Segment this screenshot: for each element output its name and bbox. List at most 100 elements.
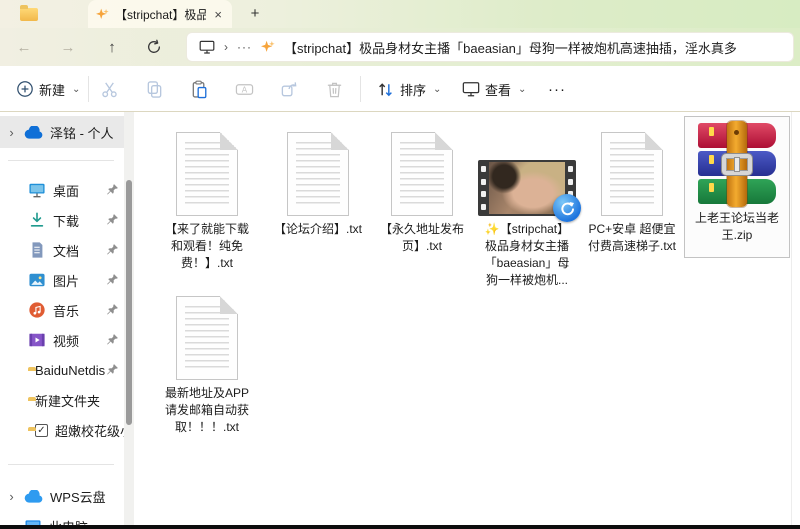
toolbar-divider [360,76,361,102]
text-file-icon [176,296,238,380]
documents-icon [32,242,43,258]
sidebar-item-videos[interactable]: 视频 [0,326,124,354]
pin-icon [106,273,119,289]
view-button-label: 查看 [485,82,512,98]
paste-button[interactable] [182,74,216,104]
scrollbar-thumb[interactable] [126,180,132,425]
sidebar-item-label: 图片 [53,273,80,289]
file-item-selected[interactable]: 上老王论坛当老 王.zip [684,116,790,258]
file-label: 上老王论坛当老 王.zip [694,211,779,242]
tab-title: 【stripchat】极品身材女主 [115,7,207,22]
address-path: 【stripchat】极品身材女主播「baeasian」母狗一样被炮机高速抽插，… [284,40,737,56]
tab-close-button[interactable]: × [212,7,224,22]
content-scrollbar-track [791,112,792,525]
delete-button[interactable] [317,74,351,104]
file-item[interactable]: 【永久地址发布 页】.txt [370,118,474,255]
sidebar-item-label: 新建文件夹 [35,393,101,409]
file-label: 【永久地址发布 页】.txt [379,222,464,253]
text-file-icon [391,132,453,216]
file-label: 【论坛介绍】.txt [273,222,362,236]
file-item[interactable]: ✨【stripchat】 极品身材女主播 「baeasian」母 狗一样被炮机.… [475,118,581,289]
forward-button[interactable]: → [56,37,80,59]
paste-icon [192,80,206,98]
sidebar-item-baidunetdisk[interactable]: BaiduNetdis [0,356,124,384]
more-button[interactable]: ··· [544,74,570,104]
sidebar-item-documents[interactable]: 文档 [0,236,124,264]
file-item[interactable]: 最新地址及APP 请发邮箱自动获 取！！！.txt [155,282,259,436]
view-monitor-icon [462,82,480,97]
checkbox-icon[interactable]: ✓ [35,423,48,437]
sidebar-item-onedrive[interactable]: › 泽铭 - 个人 [0,116,124,148]
titlebar: 【stripchat】极品身材女主 × + [0,0,800,28]
sidebar-scrollbar[interactable] [124,112,134,525]
text-file-icon [601,132,663,216]
share-button[interactable] [272,74,306,104]
sidebar-item-label: 此电脑 [49,517,88,526]
copy-button[interactable] [137,74,171,104]
sidebar-item-label: 音乐 [53,303,80,319]
sidebar-item-label: WPS云盘 [50,489,106,505]
sidebar-item-label: 视频 [53,333,80,349]
pin-icon [106,213,119,229]
sort-button-label: 排序 [400,82,427,98]
chevron-down-icon: ⌄ [433,83,442,95]
player-badge-icon [553,194,581,222]
sidebar-divider [8,464,114,465]
sparkles-icon [261,40,275,52]
sidebar-item-pictures[interactable]: 图片 [0,266,124,294]
svg-text:A: A [241,85,247,94]
address-bar[interactable]: › ··· 【stripchat】极品身材女主播「baeasian」母狗一样被炮… [186,32,794,62]
cut-button[interactable] [92,74,126,104]
onedrive-icon [24,125,43,139]
trash-icon [327,82,341,97]
cloud-icon [24,489,43,503]
sidebar-item-checked-folder[interactable]: ✓ 超嫩校花级小 [0,416,124,444]
sort-button[interactable]: 排序 ⌄ [372,74,445,104]
chevron-down-icon: ⌄ [72,83,81,95]
file-item[interactable]: PC+安卓 超便宜 付费高速梯子.txt [580,118,684,255]
up-button[interactable]: ↑ [100,37,124,59]
refresh-button[interactable] [142,39,166,61]
refresh-icon [148,39,160,53]
share-icon [281,81,296,96]
chevron-right-icon[interactable]: › [6,489,17,504]
rename-button[interactable]: A [227,74,261,104]
video-thumbnail-icon [478,160,581,222]
pin-icon [106,183,119,199]
sidebar-item-music[interactable]: 音乐 [0,296,124,324]
toolbar: 新建 ⌄ A 排序 ⌄ 查看 ⌄ ··· [0,66,800,112]
monitor-icon [199,40,215,54]
file-item[interactable]: 【来了就能下载 和观看！纯免 费！】.txt [155,118,259,272]
file-grid: 【来了就能下载 和观看！纯免 费！】.txt 【论坛介绍】.txt 【永久地址发… [134,112,800,525]
pin-icon [106,243,119,259]
pictures-icon [29,273,45,287]
rename-icon: A [235,83,253,95]
music-icon [29,302,45,318]
pin-icon [106,363,119,379]
sidebar-item-downloads[interactable]: 下载 [0,206,124,234]
view-button[interactable]: 查看 ⌄ [458,74,530,104]
sidebar-item-new-folder[interactable]: 新建文件夹 [0,386,124,414]
sidebar-item-label: 桌面 [53,183,80,199]
pin-icon [106,333,119,349]
explorer-tab[interactable]: 【stripchat】极品身材女主 × [88,0,232,28]
new-tab-button[interactable]: + [244,3,266,25]
sidebar-item-this-pc[interactable]: › 此电脑 [0,512,124,525]
winrar-archive-icon [698,121,776,207]
file-label: 【来了就能下载 和观看！纯免 费！】.txt [164,222,249,270]
sort-icon [379,82,392,96]
file-item[interactable]: 【论坛介绍】.txt [266,118,370,238]
new-button[interactable]: 新建 ⌄ [12,74,84,104]
chevron-right-icon[interactable]: › [6,125,17,140]
sidebar-item-wps-cloud[interactable]: › WPS云盘 [0,482,124,510]
sidebar-item-desktop[interactable]: 桌面 [0,176,124,204]
copy-icon [147,80,161,98]
file-label: ✨【stripchat】 极品身材女主播 「baeasian」母 狗一样被炮机.… [484,222,570,287]
back-button[interactable]: ← [12,37,36,59]
breadcrumb-ellipsis[interactable]: ··· [237,40,252,54]
scissors-icon [101,81,117,97]
sidebar-item-label: BaiduNetdis [35,362,106,378]
sidebar-item-label: 超嫩校花级小 [55,423,124,439]
sidebar-item-label: 下载 [53,213,80,229]
pin-icon [106,303,119,319]
